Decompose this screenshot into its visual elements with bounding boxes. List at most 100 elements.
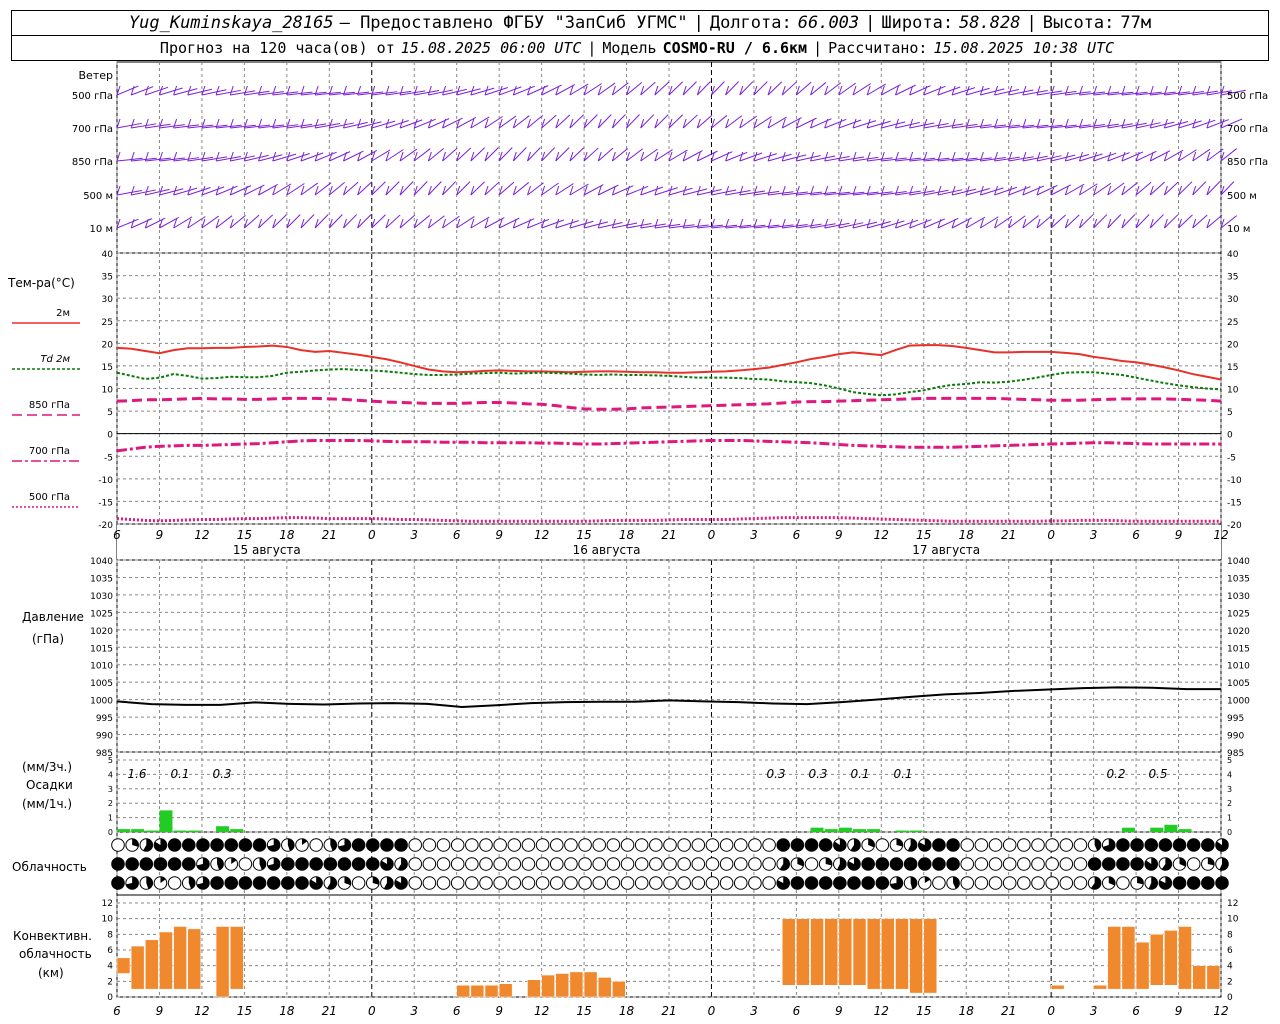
wind-barb-feather	[654, 185, 659, 196]
cloud-symbol-fill	[876, 857, 889, 871]
hour-tick-label: 9	[495, 1004, 503, 1018]
cloud-symbol	[1073, 876, 1088, 890]
date-label: 15 августа	[233, 543, 301, 557]
conv-bar	[781, 918, 796, 986]
conv-bar	[215, 926, 230, 998]
wind-barb-feather	[682, 218, 687, 229]
wind-title: Ветер	[79, 69, 113, 82]
cloud-symbol-fill	[1116, 857, 1130, 871]
wind-barb	[895, 190, 921, 196]
hour-tick-label: 9	[835, 528, 843, 542]
wind-barb	[258, 154, 283, 162]
wind-barb	[286, 123, 313, 129]
cloud-symbol	[507, 857, 522, 871]
cloud-symbol-fill	[281, 857, 295, 871]
cloud-symbol	[1186, 857, 1201, 871]
wind-barb-feather	[1022, 85, 1027, 96]
wind-barb	[824, 222, 850, 229]
wind-barb-feather	[1149, 118, 1154, 129]
cloud-symbol	[578, 838, 592, 852]
precip-3h-label: 1.6	[127, 767, 146, 781]
wind-barb	[994, 186, 1018, 196]
conv-bar	[1149, 934, 1164, 986]
wind-barb-feather	[1107, 118, 1112, 129]
conv-bar	[1178, 926, 1192, 990]
wind-barb	[173, 187, 198, 196]
conv-tick-left: 6	[107, 946, 113, 956]
hour-tick-label: 3	[1090, 1004, 1098, 1018]
press-tick-right: 1030	[1227, 592, 1250, 602]
wind-barb	[329, 122, 354, 129]
wind-barb	[187, 187, 211, 196]
precip-bar	[173, 830, 187, 832]
cloud-symbol	[691, 857, 706, 871]
wind-barb	[399, 119, 423, 129]
cloud-symbol	[705, 876, 720, 890]
precipitation-layer	[117, 810, 1192, 832]
cloud-symbol-fill	[281, 876, 295, 890]
conv-bar	[583, 971, 598, 998]
conv-bar	[145, 939, 159, 990]
wind-level-label-left: 500 гПа	[72, 91, 113, 102]
hour-tick-label: 21	[322, 1004, 337, 1018]
wind-barb	[1093, 123, 1119, 129]
cloud-symbol	[1002, 838, 1017, 852]
conv-tick-left: 10	[102, 915, 114, 925]
wind-barb	[272, 153, 297, 162]
wind-barb-feather	[654, 218, 659, 229]
hour-tick-label: 3	[750, 528, 758, 542]
wind-barb	[1107, 152, 1130, 162]
cloud-symbol	[535, 876, 550, 890]
temp-tick-right: -15	[1227, 498, 1242, 508]
wind-barb-feather	[258, 151, 263, 162]
cloud-symbol	[535, 857, 550, 871]
cloud-symbol	[733, 838, 748, 852]
conv-unit: (км)	[38, 966, 64, 980]
cloud-symbol	[564, 876, 578, 890]
cloud-symbol-fill	[1207, 857, 1215, 866]
cloud-symbol	[663, 857, 677, 871]
cloud-symbol-fill	[267, 876, 280, 890]
precip-bar	[824, 829, 838, 832]
cloud-symbol	[436, 857, 451, 871]
cloud-symbol	[422, 838, 437, 852]
cloud-symbol	[493, 838, 507, 852]
cloud-symbol	[408, 876, 423, 890]
wind-barb	[1008, 156, 1034, 162]
cloud-symbol	[535, 838, 550, 852]
cloud-symbol	[988, 838, 1003, 852]
press-tick-left: 1040	[90, 557, 113, 567]
cloud-symbol	[465, 876, 479, 890]
conv-title-1: Конвективн.	[13, 929, 92, 943]
cloud-symbol-fill	[366, 857, 380, 871]
cloud-symbol-fill	[861, 876, 875, 890]
wind-barb	[131, 189, 156, 196]
wind-barb-feather	[130, 118, 135, 129]
hour-tick-label: 9	[835, 1004, 843, 1018]
cloud-symbol-fill	[1144, 838, 1158, 852]
temp-tick-left: 35	[102, 273, 113, 283]
cloud-symbol	[1116, 876, 1130, 890]
wind-barb-feather	[342, 118, 347, 129]
wind-level-label-right: 850 гПа	[1227, 157, 1268, 168]
cloud-symbol-fill	[1159, 838, 1172, 852]
wind-barb	[980, 187, 1004, 196]
wind-level-label-left: 850 гПа	[72, 157, 113, 168]
conv-tick-right: 2	[1227, 977, 1233, 987]
cloud-symbol	[1073, 857, 1088, 871]
conv-bar	[866, 918, 881, 990]
hour-tick-label: 0	[368, 1004, 376, 1018]
conv-bar	[1093, 985, 1107, 990]
hour-tick-label: 18	[959, 1004, 975, 1018]
cloud-symbol	[592, 838, 607, 852]
press-tick-left: 1005	[90, 679, 113, 689]
cloud-symbol	[634, 838, 649, 852]
temp-tick-right: 5	[1227, 408, 1233, 418]
cloud-symbol	[493, 876, 507, 890]
cloud-symbol	[762, 876, 776, 890]
conv-bar	[541, 974, 555, 998]
cloud-symbol-fill	[819, 876, 832, 890]
temp-tick-right: 35	[1227, 273, 1238, 283]
wind-barb-feather	[427, 85, 432, 96]
precip-tick-right: 2	[1227, 799, 1232, 808]
